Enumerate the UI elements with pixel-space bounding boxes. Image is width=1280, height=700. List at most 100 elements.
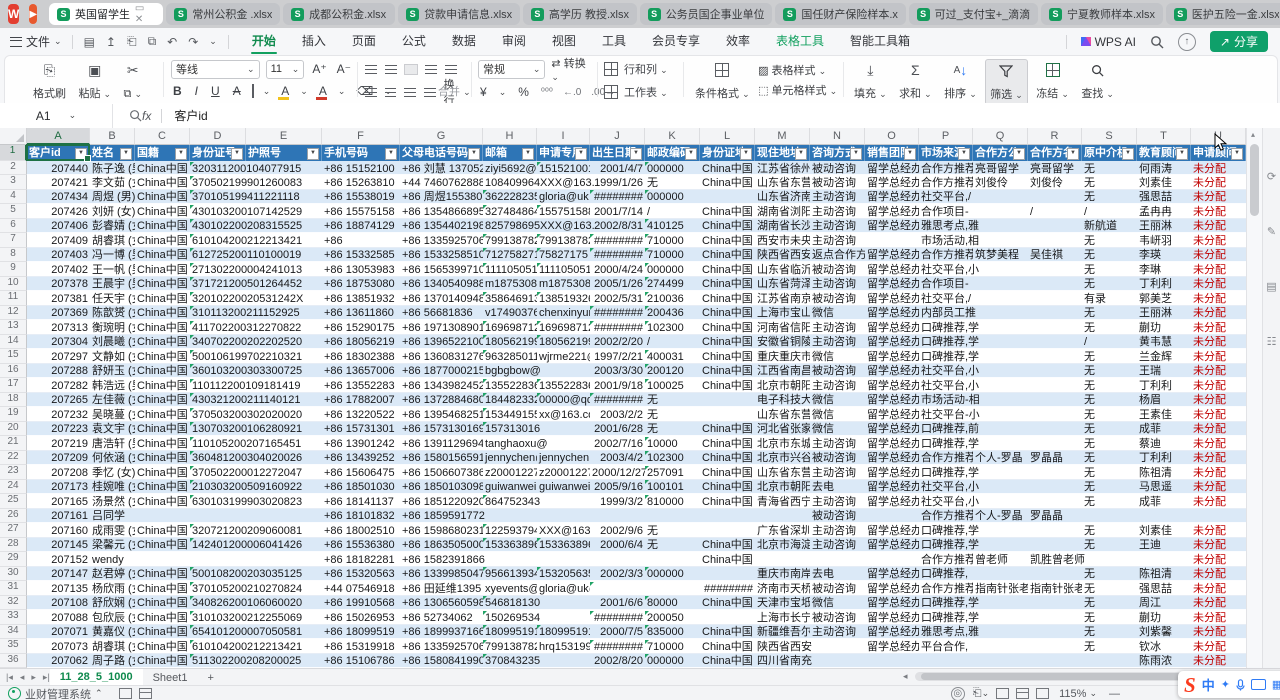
cell-U34[interactable]: 未分配 <box>1191 625 1246 638</box>
cell-O27[interactable]: 留学总经办 <box>865 524 919 537</box>
column-header-K[interactable]: K <box>645 128 700 145</box>
cell-A4[interactable]: 207434 <box>27 190 90 203</box>
cell-P21[interactable]: 口碑推荐,学 <box>919 437 1082 450</box>
column-header-Q[interactable]: Q <box>973 128 1028 145</box>
cell-N28[interactable]: 主动咨询 <box>810 538 865 551</box>
cell-B4[interactable]: 周煜 (男) <box>90 190 135 203</box>
table-header-J[interactable]: 出生日期▼ <box>590 145 645 161</box>
cell-A29[interactable]: 207152 <box>27 553 90 566</box>
cell-G24[interactable]: +86 1850103098 <box>400 480 483 493</box>
cell-M2[interactable]: 江苏省徐州 <box>755 162 810 175</box>
row-number-6[interactable]: 6 <box>0 219 27 233</box>
cell-P20[interactable]: 口碑推荐,前 <box>919 422 1082 435</box>
cell-F25[interactable]: +86 18141137 <box>322 495 400 508</box>
view-break-icon[interactable] <box>1036 688 1049 699</box>
cell-P35[interactable]: 平台合作, <box>919 640 1082 653</box>
cell-I31[interactable]: gloria@uk@ <box>537 582 590 595</box>
cell-G25[interactable]: +86 1851220920 <box>400 495 483 508</box>
cell-A15[interactable]: 207297 <box>27 350 90 363</box>
cell-R22[interactable]: 罗晶晶 <box>1028 451 1082 464</box>
doc-tab-5[interactable]: S公务员国企事业单位 <box>640 3 773 25</box>
cell-P8[interactable]: 合作方推荐 <box>919 248 973 261</box>
cell-L13[interactable]: China中国 <box>700 321 755 334</box>
save-icon[interactable]: ▤ <box>84 35 95 49</box>
table-header-C[interactable]: 国籍▼ <box>135 145 190 161</box>
cell-F18[interactable]: +86 17882007 <box>322 393 400 406</box>
view-layout-icon[interactable] <box>1016 688 1029 699</box>
cell-I27[interactable]: XXX@163.c <box>537 524 590 537</box>
paste-button[interactable]: ▣粘贴 ⌄ <box>74 59 115 103</box>
wps-logo-icon[interactable]: W <box>8 4 19 24</box>
cell-G6[interactable]: +86 1354402198 <box>400 219 483 232</box>
cell-U3[interactable]: 未分配 <box>1191 176 1246 189</box>
cell-K20[interactable]: 无 <box>645 422 700 435</box>
cell-C18[interactable]: China中国 <box>135 393 190 406</box>
column-header-G[interactable]: G <box>400 128 483 145</box>
cell-D28[interactable]: 142401200006041426 <box>190 538 322 551</box>
decrease-indent-icon[interactable] <box>425 65 437 74</box>
cell-B28[interactable]: 梁馨元 (女 <box>90 538 135 551</box>
cell-L10[interactable]: China中国 <box>700 277 755 290</box>
cell-S35[interactable]: 无 <box>1082 640 1137 653</box>
cell-C19[interactable]: China中国 <box>135 408 190 421</box>
cell-A2[interactable]: 207440 <box>27 162 90 175</box>
cell-K17[interactable]: 100025 <box>645 379 700 392</box>
cell-A28[interactable]: 207145 <box>27 538 90 551</box>
cell-T32[interactable]: 周江 <box>1137 596 1191 609</box>
cell-T17[interactable]: 丁利利 <box>1137 379 1191 392</box>
select-all-corner[interactable] <box>0 128 27 145</box>
cell-D18[interactable]: 430321200211140121 <box>190 393 322 406</box>
cell-M11[interactable]: 江苏省南京 <box>755 292 810 305</box>
cell-O10[interactable]: 留学总经办 <box>865 277 919 290</box>
cell-N15[interactable]: 微信 <box>810 350 865 363</box>
cell-D7[interactable]: 610104200212213421 <box>190 234 322 247</box>
cell-G33[interactable]: +86 52734062 <box>400 611 483 624</box>
worksheet-button[interactable]: 工作表 ⌄ <box>624 84 668 100</box>
cell-L9[interactable]: China中国 <box>700 263 755 276</box>
filter-dropdown-icon[interactable]: ▼ <box>307 148 319 160</box>
justify-icon[interactable] <box>424 88 436 97</box>
zoom-out-button[interactable]: — <box>1109 688 1120 700</box>
doc-tab-3[interactable]: S贷款申请信息.xlsx <box>398 3 520 25</box>
cell-N7[interactable]: 主动咨询 <box>810 234 919 247</box>
cell-O4[interactable]: 留学总经办 <box>865 190 919 203</box>
cell-N22[interactable]: 被动咨询 <box>810 451 865 464</box>
cell-C6[interactable]: China中国 <box>135 219 190 232</box>
cell-U4[interactable]: 未分配 <box>1191 190 1246 203</box>
system-status-label[interactable]: 业财管理系统 <box>25 686 91 700</box>
cell-U30[interactable]: 未分配 <box>1191 567 1246 580</box>
cell-F7[interactable]: +86 <box>322 234 400 247</box>
filter-dropdown-icon[interactable]: ▼ <box>1176 148 1188 160</box>
row-number-22[interactable]: 22 <box>0 451 27 465</box>
row-number-28[interactable]: 28 <box>0 538 27 552</box>
cell-J4[interactable]: ######## <box>590 190 645 203</box>
cell-P24[interactable]: 社交平台,小 <box>919 480 1082 493</box>
cell-U36[interactable]: 未分配 <box>1191 654 1246 667</box>
cell-D9[interactable]: 271302200004241013 <box>190 263 322 276</box>
cell-F16[interactable]: +86 13657006 <box>322 364 400 377</box>
column-header-B[interactable]: B <box>90 128 135 145</box>
cell-H31[interactable]: xyevents@ <box>483 582 537 595</box>
cell-M34[interactable]: 新疆维吾尔 <box>755 625 810 638</box>
cell-T14[interactable]: 黄韦慧 <box>1137 335 1191 348</box>
cell-A8[interactable]: 207403 <box>27 248 90 261</box>
cell-F34[interactable]: +86 18099519 <box>322 625 400 638</box>
cell-H2[interactable]: ziyi5692@q <box>483 162 537 175</box>
cell-J12[interactable]: ######## <box>590 306 645 319</box>
cell-N32[interactable]: 微信 <box>810 596 865 609</box>
cell-F14[interactable]: +86 18056219 <box>322 335 400 348</box>
cell-M7[interactable]: 西安市未央 <box>755 234 810 247</box>
cell-A5[interactable]: 207426 <box>27 205 90 218</box>
cell-S24[interactable]: 无 <box>1082 480 1137 493</box>
cell-S30[interactable]: 无 <box>1082 567 1137 580</box>
cell-K13[interactable]: 102300 <box>645 321 700 334</box>
name-box[interactable]: A1 ⌄ <box>0 104 113 128</box>
cell-L24[interactable]: China中国 <box>700 480 755 493</box>
cell-H20[interactable]: 157313016 <box>483 422 590 435</box>
cell-G21[interactable]: +86 1391129694 <box>400 437 483 450</box>
column-header-E[interactable]: E <box>246 128 322 145</box>
cell-S15[interactable]: 无 <box>1082 350 1137 363</box>
cut-copy-stack[interactable]: ✂⧉ ⌄ <box>120 59 146 103</box>
row-number-31[interactable]: 31 <box>0 581 27 595</box>
cell-P25[interactable]: 社交平台,小 <box>919 495 1082 508</box>
